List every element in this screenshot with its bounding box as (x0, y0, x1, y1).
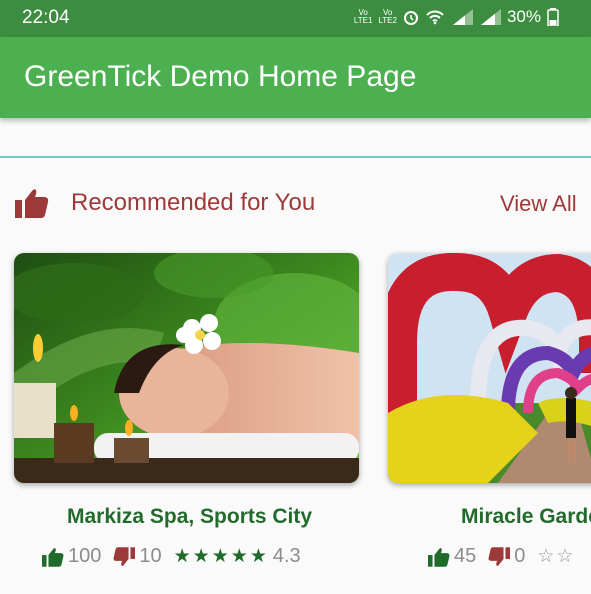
rating-stars: ★ ★ ★ ★ ★ (173, 545, 267, 567)
volte-2-icon: Vo LTE2 (378, 8, 397, 25)
card-image-markiza-spa[interactable] (14, 253, 359, 483)
section-header: Recommended for You View All (0, 183, 591, 225)
star-icon: ★ (173, 545, 191, 567)
status-icons: Vo LTE1 Vo LTE2 30% (354, 7, 559, 27)
app-bar: GreenTick Demo Home Page (0, 37, 591, 118)
card-stats: 100 10 ★ ★ ★ ★ ★ 4.3 (42, 545, 301, 568)
view-all-link[interactable]: View All (500, 191, 577, 217)
likes-count: 45 (454, 545, 477, 567)
star-icon: ★ (211, 545, 229, 567)
dislikes-count: 0 (514, 545, 526, 567)
wifi-icon (426, 10, 444, 25)
star-outline-icon: ☆ (537, 545, 555, 567)
dislikes-count: 10 (139, 545, 162, 567)
star-icon: ★ (249, 545, 267, 567)
rating-value: 4.3 (272, 545, 301, 567)
thumbs-up-icon (15, 189, 49, 218)
app-title: GreenTick Demo Home Page (24, 60, 417, 93)
section-title: Recommended for You (71, 189, 316, 216)
card-title[interactable]: Miracle Garden (461, 505, 591, 529)
signal-1-icon (452, 9, 473, 25)
card-title[interactable]: Markiza Spa, Sports City (67, 505, 312, 529)
alarm-icon (403, 11, 418, 25)
star-icon: ★ (230, 545, 248, 567)
status-time: 22:04 (22, 7, 70, 28)
card-stats: 45 0 ☆ ☆ (428, 545, 579, 568)
likes-count: 100 (68, 545, 102, 567)
volte-1-icon: Vo LTE1 (353, 8, 373, 25)
battery-icon (547, 8, 559, 26)
thumbs-up-icon[interactable] (428, 547, 450, 567)
thumbs-down-icon[interactable] (488, 546, 511, 567)
battery-percent: 30% (506, 7, 541, 26)
star-outline-icon: ☆ (556, 545, 574, 567)
signal-2-icon (480, 9, 501, 25)
rating-stars: ☆ ☆ (537, 545, 574, 567)
status-bar: 22:04 Vo LTE1 Vo LTE2 30% (0, 0, 591, 37)
star-icon: ★ (192, 545, 210, 567)
thumbs-down-icon[interactable] (113, 546, 136, 567)
card-image-miracle-garden[interactable] (388, 253, 591, 483)
divider (0, 156, 591, 158)
thumbs-up-icon[interactable] (42, 547, 64, 567)
